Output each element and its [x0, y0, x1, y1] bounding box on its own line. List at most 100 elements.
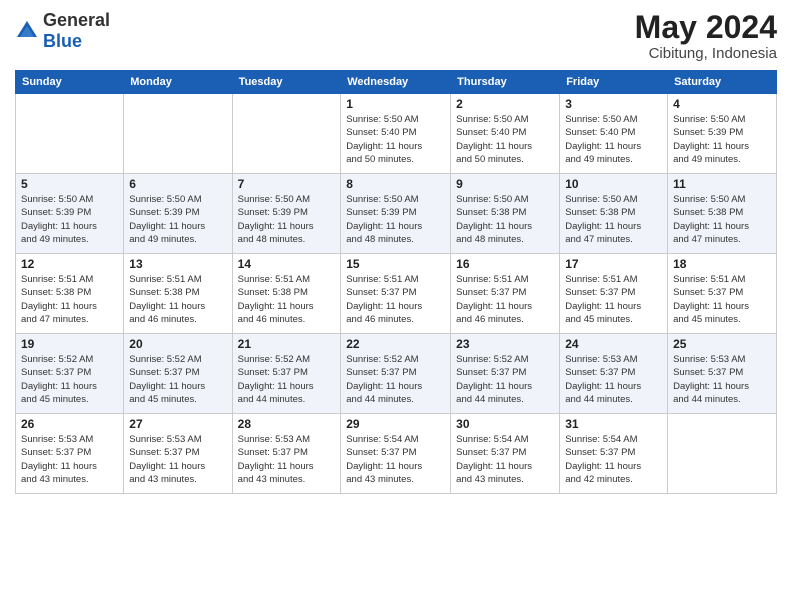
calendar-cell-w1-d4: 2Sunrise: 5:50 AM Sunset: 5:40 PM Daylig… [451, 94, 560, 174]
day-number: 21 [238, 337, 336, 351]
calendar-cell-w3-d5: 17 Sunrise: 5:51 AM Sunset: 5:37 PM Dayli… [560, 254, 668, 334]
day-info: Sunrise: 5:53 AM Sunset: 5:37 PM Dayligh… [21, 433, 118, 486]
week-row-5: 26Sunrise: 5:53 AM Sunset: 5:37 PM Dayli… [16, 414, 777, 494]
day-number: 14 [238, 257, 336, 271]
title-block: May 2024 Cibitung, Indonesia [635, 10, 777, 62]
header: General Blue May 2024 Cibitung, Indonesi… [15, 10, 777, 62]
week-row-3: 12 Sunrise: 5:51 AM Sunset: 5:38 PM Dayli… [16, 254, 777, 334]
calendar-cell-w3-d2: 14Sunrise: 5:51 AM Sunset: 5:38 PM Dayli… [232, 254, 341, 334]
day-number: 13 [129, 257, 226, 271]
day-number: 9 [456, 177, 554, 191]
calendar-cell-w5-d0: 26Sunrise: 5:53 AM Sunset: 5:37 PM Dayli… [16, 414, 124, 494]
week-row-1: 1Sunrise: 5:50 AM Sunset: 5:40 PM Daylig… [16, 94, 777, 174]
day-info: Sunrise: 5:50 AM Sunset: 5:38 PM Dayligh… [456, 193, 554, 246]
day-number: 7 [238, 177, 336, 191]
day-number: 24 [565, 337, 662, 351]
day-info: Sunrise: 5:51 AM Sunset: 5:37 PM Dayligh… [346, 273, 445, 326]
calendar-cell-w3-d6: 18 Sunrise: 5:51 AM Sunset: 5:37 PM Dayli… [668, 254, 777, 334]
day-info: Sunrise: 5:51 AM Sunset: 5:38 PM Dayligh… [129, 273, 226, 326]
calendar-cell-w1-d2 [232, 94, 341, 174]
logo-text: General Blue [43, 10, 110, 52]
day-info: Sunrise: 5:50 AM Sunset: 5:39 PM Dayligh… [129, 193, 226, 246]
day-number: 30 [456, 417, 554, 431]
week-row-2: 5 Sunrise: 5:50 AM Sunset: 5:39 PM Daylig… [16, 174, 777, 254]
day-info: Sunrise: 5:50 AM Sunset: 5:40 PM Dayligh… [346, 113, 445, 166]
day-number: 28 [238, 417, 336, 431]
month-year: May 2024 [635, 10, 777, 45]
calendar-cell-w3-d1: 13 Sunrise: 5:51 AM Sunset: 5:38 PM Dayli… [124, 254, 232, 334]
page: General Blue May 2024 Cibitung, Indonesi… [0, 0, 792, 504]
day-info: Sunrise: 5:53 AM Sunset: 5:37 PM Dayligh… [129, 433, 226, 486]
logo-blue: Blue [43, 31, 82, 51]
day-info: Sunrise: 5:50 AM Sunset: 5:39 PM Dayligh… [346, 193, 445, 246]
calendar-cell-w1-d6: 4 Sunrise: 5:50 AM Sunset: 5:39 PM Daylig… [668, 94, 777, 174]
day-number: 25 [673, 337, 771, 351]
day-info: Sunrise: 5:52 AM Sunset: 5:37 PM Dayligh… [21, 353, 118, 406]
calendar-cell-w4-d1: 20 Sunrise: 5:52 AM Sunset: 5:37 PM Dayli… [124, 334, 232, 414]
day-info: Sunrise: 5:50 AM Sunset: 5:38 PM Dayligh… [565, 193, 662, 246]
day-info: Sunrise: 5:51 AM Sunset: 5:37 PM Dayligh… [673, 273, 771, 326]
calendar-cell-w1-d1 [124, 94, 232, 174]
col-monday: Monday [124, 71, 232, 94]
calendar-cell-w5-d5: 31 Sunrise: 5:54 AM Sunset: 5:37 PM Dayli… [560, 414, 668, 494]
col-friday: Friday [560, 71, 668, 94]
calendar-cell-w5-d4: 30 Sunrise: 5:54 AM Sunset: 5:37 PM Dayli… [451, 414, 560, 494]
day-number: 11 [673, 177, 771, 191]
day-info: Sunrise: 5:54 AM Sunset: 5:37 PM Dayligh… [456, 433, 554, 486]
calendar-cell-w1-d3: 1Sunrise: 5:50 AM Sunset: 5:40 PM Daylig… [341, 94, 451, 174]
calendar-cell-w4-d6: 25 Sunrise: 5:53 AM Sunset: 5:37 PM Dayli… [668, 334, 777, 414]
calendar-cell-w2-d2: 7Sunrise: 5:50 AM Sunset: 5:39 PM Daylig… [232, 174, 341, 254]
day-info: Sunrise: 5:51 AM Sunset: 5:37 PM Dayligh… [565, 273, 662, 326]
calendar: Sunday Monday Tuesday Wednesday Thursday… [15, 70, 777, 494]
calendar-cell-w2-d1: 6Sunrise: 5:50 AM Sunset: 5:39 PM Daylig… [124, 174, 232, 254]
col-wednesday: Wednesday [341, 71, 451, 94]
day-info: Sunrise: 5:51 AM Sunset: 5:37 PM Dayligh… [456, 273, 554, 326]
day-info: Sunrise: 5:52 AM Sunset: 5:37 PM Dayligh… [238, 353, 336, 406]
day-info: Sunrise: 5:52 AM Sunset: 5:37 PM Dayligh… [346, 353, 445, 406]
day-number: 4 [673, 97, 771, 111]
calendar-cell-w1-d5: 3Sunrise: 5:50 AM Sunset: 5:40 PM Daylig… [560, 94, 668, 174]
day-info: Sunrise: 5:50 AM Sunset: 5:38 PM Dayligh… [673, 193, 771, 246]
day-number: 18 [673, 257, 771, 271]
calendar-cell-w1-d0 [16, 94, 124, 174]
calendar-cell-w2-d3: 8Sunrise: 5:50 AM Sunset: 5:39 PM Daylig… [341, 174, 451, 254]
day-info: Sunrise: 5:54 AM Sunset: 5:37 PM Dayligh… [565, 433, 662, 486]
logo-icon [15, 19, 39, 43]
day-info: Sunrise: 5:52 AM Sunset: 5:37 PM Dayligh… [129, 353, 226, 406]
location: Cibitung, Indonesia [635, 45, 777, 62]
calendar-cell-w5-d1: 27 Sunrise: 5:53 AM Sunset: 5:37 PM Dayli… [124, 414, 232, 494]
calendar-cell-w4-d5: 24Sunrise: 5:53 AM Sunset: 5:37 PM Dayli… [560, 334, 668, 414]
calendar-cell-w3-d3: 15Sunrise: 5:51 AM Sunset: 5:37 PM Dayli… [341, 254, 451, 334]
day-number: 2 [456, 97, 554, 111]
day-info: Sunrise: 5:50 AM Sunset: 5:39 PM Dayligh… [673, 113, 771, 166]
day-number: 31 [565, 417, 662, 431]
logo-general: General [43, 10, 110, 30]
calendar-cell-w3-d4: 16 Sunrise: 5:51 AM Sunset: 5:37 PM Dayli… [451, 254, 560, 334]
day-info: Sunrise: 5:52 AM Sunset: 5:37 PM Dayligh… [456, 353, 554, 406]
calendar-cell-w4-d0: 19 Sunrise: 5:52 AM Sunset: 5:37 PM Dayli… [16, 334, 124, 414]
day-number: 23 [456, 337, 554, 351]
calendar-cell-w5-d2: 28 Sunrise: 5:53 AM Sunset: 5:37 PM Dayli… [232, 414, 341, 494]
col-saturday: Saturday [668, 71, 777, 94]
day-number: 19 [21, 337, 118, 351]
col-thursday: Thursday [451, 71, 560, 94]
day-number: 16 [456, 257, 554, 271]
day-number: 5 [21, 177, 118, 191]
day-number: 27 [129, 417, 226, 431]
calendar-cell-w4-d3: 22 Sunrise: 5:52 AM Sunset: 5:37 PM Dayli… [341, 334, 451, 414]
logo: General Blue [15, 10, 110, 52]
day-info: Sunrise: 5:51 AM Sunset: 5:38 PM Dayligh… [21, 273, 118, 326]
col-sunday: Sunday [16, 71, 124, 94]
day-number: 3 [565, 97, 662, 111]
calendar-cell-w2-d0: 5Sunrise: 5:50 AM Sunset: 5:39 PM Daylig… [16, 174, 124, 254]
week-row-4: 19 Sunrise: 5:52 AM Sunset: 5:37 PM Dayli… [16, 334, 777, 414]
day-number: 12 [21, 257, 118, 271]
calendar-cell-w2-d4: 9 Sunrise: 5:50 AM Sunset: 5:38 PM Daylig… [451, 174, 560, 254]
calendar-cell-w5-d6 [668, 414, 777, 494]
day-number: 22 [346, 337, 445, 351]
day-info: Sunrise: 5:53 AM Sunset: 5:37 PM Dayligh… [238, 433, 336, 486]
day-number: 17 [565, 257, 662, 271]
calendar-cell-w4-d4: 23 Sunrise: 5:52 AM Sunset: 5:37 PM Dayli… [451, 334, 560, 414]
day-info: Sunrise: 5:53 AM Sunset: 5:37 PM Dayligh… [673, 353, 771, 406]
day-number: 20 [129, 337, 226, 351]
